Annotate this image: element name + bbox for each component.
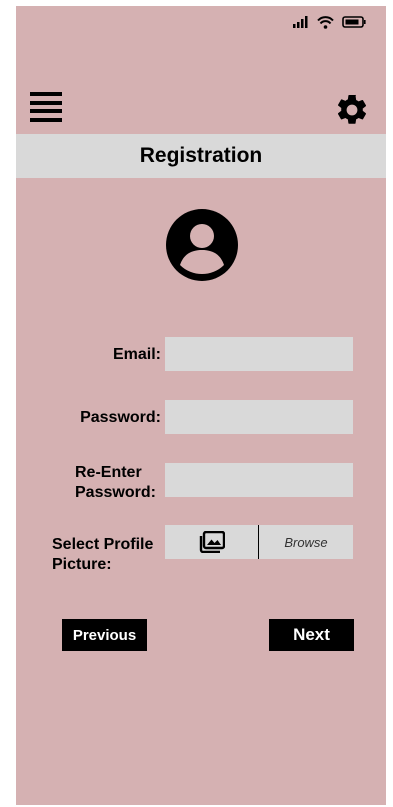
wifi-icon <box>317 15 334 29</box>
image-gallery-icon[interactable] <box>165 525 259 559</box>
hamburger-menu-icon[interactable] <box>30 92 62 122</box>
battery-icon <box>342 16 366 28</box>
profile-picture-label: Select Profile Picture: <box>52 536 154 573</box>
phone-screen: Registration Email: Password: Re-Enter P… <box>16 6 386 805</box>
password-label: Password: <box>80 409 161 426</box>
profile-picture-picker: Browse <box>165 525 353 559</box>
page-title: Registration <box>139 144 263 167</box>
title-bar: Registration <box>16 134 386 178</box>
browse-button[interactable]: Browse <box>259 525 353 559</box>
reenter-password-field[interactable] <box>165 463 353 497</box>
email-field[interactable] <box>165 337 353 371</box>
previous-button[interactable]: Previous <box>62 619 147 651</box>
next-button[interactable]: Next <box>269 619 354 651</box>
password-field[interactable] <box>165 400 353 434</box>
signal-icon <box>293 16 309 28</box>
status-bar <box>293 15 366 29</box>
email-label: Email: <box>112 346 161 363</box>
gear-icon[interactable] <box>334 92 370 128</box>
reenter-password-label: Re-Enter Password: <box>75 464 156 501</box>
user-avatar-icon[interactable] <box>166 209 238 281</box>
